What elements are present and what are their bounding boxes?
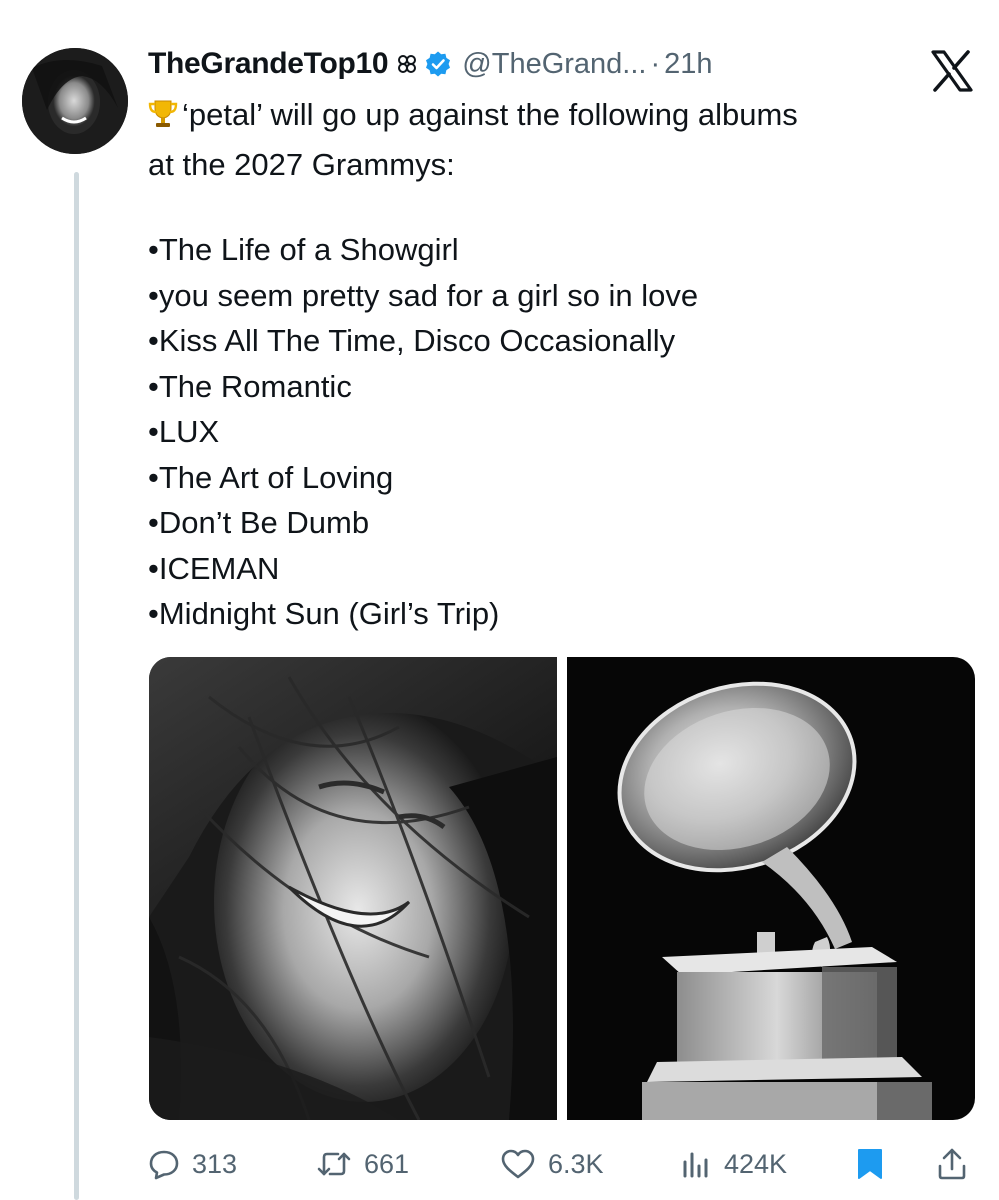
list-item: •The Life of a Showgirl: [148, 232, 459, 267]
repost-icon: [316, 1148, 352, 1180]
share-button[interactable]: [936, 1147, 968, 1181]
separator-dot: ·: [650, 47, 661, 80]
list-item: •you seem pretty sad for a girl so in lo…: [148, 277, 699, 313]
reply-button[interactable]: 313: [148, 1148, 237, 1180]
tweet-text-line-1: ‘petal’ will go up against the following…: [148, 92, 968, 142]
tweet-text-line-2: at the 2027 Grammys:: [148, 147, 455, 182]
list-item: •ICEMAN: [148, 550, 280, 586]
album-list: •The Life of a Showgirl •you seem pretty…: [148, 227, 698, 637]
tweet-text-content-1: ‘petal’ will go up against the following…: [182, 97, 798, 132]
portrait-photo[interactable]: [149, 657, 557, 1120]
list-item: •The Art of Loving: [148, 459, 394, 495]
views-button[interactable]: 424K: [680, 1148, 787, 1180]
grammy-trophy-photo[interactable]: [567, 657, 975, 1120]
repost-button[interactable]: 661: [316, 1148, 409, 1180]
thread-line: [74, 172, 79, 1200]
list-item: •Midnight Sun (Girl’s Trip): [148, 596, 500, 631]
clover-icon: [396, 53, 418, 75]
like-button[interactable]: 6.3K: [500, 1148, 604, 1180]
trophy-icon: [148, 97, 178, 142]
reply-icon: [148, 1148, 180, 1180]
share-icon: [936, 1147, 968, 1181]
list-item: •The Romantic: [148, 368, 352, 404]
tweet-header: TheGrandeTop10 @TheGrand... · 21h: [148, 44, 713, 84]
analytics-icon: [680, 1148, 712, 1180]
list-item: •Kiss All The Time, Disco Occasionally: [148, 323, 676, 358]
repost-count: 661: [364, 1148, 410, 1179]
like-count: 6.3K: [548, 1148, 604, 1179]
verified-badge-icon[interactable]: [424, 50, 452, 78]
x-logo-icon[interactable]: [930, 50, 974, 97]
view-count: 424K: [724, 1148, 788, 1179]
media-grid: [149, 657, 975, 1120]
heart-icon: [500, 1148, 536, 1180]
avatar[interactable]: [22, 48, 128, 154]
bookmark-button[interactable]: [856, 1147, 884, 1181]
list-item: •Don’t Be Dumb: [148, 505, 370, 540]
tweet-text: ‘petal’ will go up against the following…: [148, 92, 968, 187]
handle[interactable]: @TheGrand...: [462, 48, 646, 81]
tweet-actions: 313 661 6.3K 424K: [148, 1136, 978, 1192]
timestamp[interactable]: 21h: [664, 48, 712, 81]
bookmark-icon: [856, 1147, 884, 1181]
display-name[interactable]: TheGrandeTop10: [148, 47, 389, 81]
list-item: •LUX: [148, 414, 220, 449]
reply-count: 313: [192, 1148, 238, 1179]
